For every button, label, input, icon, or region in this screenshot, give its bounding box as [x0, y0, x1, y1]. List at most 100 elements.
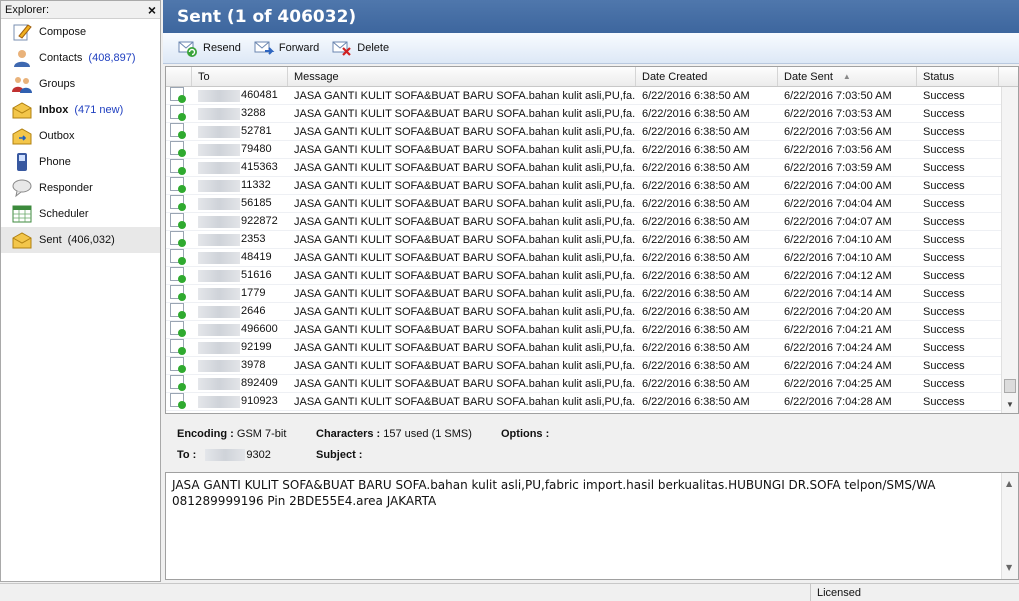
cell-status-text: Success [923, 341, 965, 354]
characters-value: 157 used (1 SMS) [383, 428, 472, 440]
table-row[interactable]: 496600 JASA GANTI KULIT SOFA&BUAT BARU SO… [166, 321, 1002, 339]
cell-status-text: Success [923, 233, 965, 246]
cell-date-sent: 6/22/2016 7:04:14 AM [778, 288, 917, 300]
scroll-down-arrow-icon[interactable]: ▼ [1006, 400, 1014, 409]
cell-message: JASA GANTI KULIT SOFA&BUAT BARU SOFA.bah… [288, 198, 636, 210]
cell-icon [166, 375, 192, 392]
table-row[interactable]: 460481 JASA GANTI KULIT SOFA&BUAT BARU SO… [166, 87, 1002, 105]
cell-status-text: Success [923, 323, 965, 336]
close-icon[interactable]: × [148, 3, 156, 17]
sent-icon [11, 230, 33, 250]
sidebar-item-scheduler[interactable]: Scheduler [1, 201, 160, 227]
table-row[interactable]: 3288 JASA GANTI KULIT SOFA&BUAT BARU SOFA… [166, 105, 1002, 123]
scroll-up-arrow-icon[interactable]: ▲ [1006, 476, 1012, 492]
table-row[interactable]: 1779 JASA GANTI KULIT SOFA&BUAT BARU SOFA… [166, 285, 1002, 303]
cell-date-sent-text: 6/22/2016 7:04:10 AM [784, 251, 892, 264]
cell-date-sent: 6/22/2016 7:04:12 AM [778, 270, 917, 282]
cell-message-text: JASA GANTI KULIT SOFA&BUAT BARU SOFA.bah… [294, 197, 636, 210]
sidebar-item-phone[interactable]: Phone [1, 149, 160, 175]
cell-to-text: 56185 [241, 197, 272, 210]
cell-status-text: Success [923, 215, 965, 228]
compose-icon [11, 22, 33, 42]
cell-date-sent: 6/22/2016 7:03:53 AM [778, 108, 917, 120]
table-row[interactable]: 2353 JASA GANTI KULIT SOFA&BUAT BARU SOFA… [166, 231, 1002, 249]
redacted-number [198, 359, 240, 372]
column-header-date-created[interactable]: Date Created [636, 67, 778, 86]
cell-to-text: 79480 [241, 143, 272, 156]
sidebar-item-sent[interactable]: Sent (406,032) [1, 227, 160, 253]
table-row[interactable]: 922872 JASA GANTI KULIT SOFA&BUAT BARU SO… [166, 213, 1002, 231]
cell-status-text: Success [923, 359, 965, 372]
cell-status: Success [917, 90, 999, 102]
column-header-date-sent[interactable]: Date Sent ▲ [778, 67, 917, 86]
grid-scrollbar[interactable]: ▼ [1001, 87, 1018, 413]
responder-icon [11, 178, 33, 198]
table-row[interactable]: 52781 JASA GANTI KULIT SOFA&BUAT BARU SOF… [166, 123, 1002, 141]
table-row[interactable]: 11332 JASA GANTI KULIT SOFA&BUAT BARU SOF… [166, 177, 1002, 195]
column-header-date-sent-label: Date Sent [784, 70, 833, 83]
sidebar-item-responder[interactable]: Responder [1, 175, 160, 201]
table-row[interactable]: 56185 JASA GANTI KULIT SOFA&BUAT BARU SOF… [166, 195, 1002, 213]
cell-message-text: JASA GANTI KULIT SOFA&BUAT BARU SOFA.bah… [294, 125, 636, 138]
table-row[interactable]: 910923 JASA GANTI KULIT SOFA&BUAT BARU SO… [166, 393, 1002, 411]
forward-button[interactable]: Forward [253, 38, 319, 58]
column-header-to[interactable]: To [192, 67, 288, 86]
cell-date-created: 6/22/2016 6:38:50 AM [636, 108, 778, 120]
cell-date-sent: 6/22/2016 7:03:56 AM [778, 144, 917, 156]
phone-icon [11, 152, 33, 172]
scroll-down-arrow-icon[interactable]: ▼ [1006, 560, 1012, 576]
grid-body: 460481 JASA GANTI KULIT SOFA&BUAT BARU SO… [166, 87, 1002, 413]
redacted-number [198, 287, 240, 300]
sidebar-item-outbox[interactable]: Outbox [1, 123, 160, 149]
sent-message-icon [170, 267, 186, 283]
cell-to-text: 92199 [241, 341, 272, 354]
table-row[interactable]: 415363 JASA GANTI KULIT SOFA&BUAT BARU SO… [166, 159, 1002, 177]
table-row[interactable]: 3978 JASA GANTI KULIT SOFA&BUAT BARU SOFA… [166, 357, 1002, 375]
resend-button[interactable]: Resend [177, 38, 241, 58]
column-header-status[interactable]: Status [917, 67, 999, 86]
column-header-message[interactable]: Message [288, 67, 636, 86]
delete-label: Delete [357, 42, 390, 54]
sidebar-item-compose[interactable]: Compose [1, 19, 160, 45]
table-row[interactable]: 48419 JASA GANTI KULIT SOFA&BUAT BARU SOF… [166, 249, 1002, 267]
cell-to: 48419 [192, 251, 288, 264]
grid-scroll-thumb[interactable] [1004, 379, 1016, 393]
cell-message: JASA GANTI KULIT SOFA&BUAT BARU SOFA.bah… [288, 162, 636, 174]
characters-field: Characters : 157 used (1 SMS) [316, 428, 472, 440]
table-row[interactable]: 892409 JASA GANTI KULIT SOFA&BUAT BARU SO… [166, 375, 1002, 393]
table-row[interactable]: 51616 JASA GANTI KULIT SOFA&BUAT BARU SOF… [166, 267, 1002, 285]
cell-icon [166, 303, 192, 320]
cell-message-text: JASA GANTI KULIT SOFA&BUAT BARU SOFA.bah… [294, 287, 636, 300]
redacted-number [198, 89, 240, 102]
column-header-icon[interactable] [166, 67, 192, 86]
sidebar-item-groups[interactable]: Groups [1, 71, 160, 97]
cell-message: JASA GANTI KULIT SOFA&BUAT BARU SOFA.bah… [288, 108, 636, 120]
table-row[interactable]: 79480 JASA GANTI KULIT SOFA&BUAT BARU SOF… [166, 141, 1002, 159]
cell-status: Success [917, 270, 999, 282]
table-row[interactable]: 2646 JASA GANTI KULIT SOFA&BUAT BARU SOFA… [166, 303, 1002, 321]
cell-message: JASA GANTI KULIT SOFA&BUAT BARU SOFA.bah… [288, 360, 636, 372]
sent-message-icon [170, 87, 186, 103]
delete-icon [331, 38, 353, 58]
cell-date-created: 6/22/2016 6:38:50 AM [636, 162, 778, 174]
cell-to: 2353 [192, 233, 288, 246]
table-row[interactable]: 92199 JASA GANTI KULIT SOFA&BUAT BARU SOF… [166, 339, 1002, 357]
message-body-box[interactable]: JASA GANTI KULIT SOFA&BUAT BARU SOFA.bah… [165, 472, 1019, 580]
cell-date-created: 6/22/2016 6:38:50 AM [636, 324, 778, 336]
cell-to: 92199 [192, 341, 288, 354]
cell-date-created-text: 6/22/2016 6:38:50 AM [642, 89, 750, 102]
cell-date-created-text: 6/22/2016 6:38:50 AM [642, 359, 750, 372]
sent-message-icon [170, 213, 186, 229]
cell-date-sent-text: 6/22/2016 7:04:28 AM [784, 395, 892, 408]
sidebar-item-inbox[interactable]: Inbox (471 new) [1, 97, 160, 123]
redacted-number [198, 305, 240, 318]
cell-date-created-text: 6/22/2016 6:38:50 AM [642, 197, 750, 210]
cell-date-sent: 6/22/2016 7:04:10 AM [778, 252, 917, 264]
cell-to: 3288 [192, 107, 288, 120]
cell-date-created: 6/22/2016 6:38:50 AM [636, 378, 778, 390]
delete-button[interactable]: Delete [331, 38, 389, 58]
cell-message-text: JASA GANTI KULIT SOFA&BUAT BARU SOFA.bah… [294, 377, 636, 390]
message-body-scrollbar[interactable]: ▲ ▼ [1001, 473, 1018, 579]
sidebar-item-contacts[interactable]: Contacts (408,897) [1, 45, 160, 71]
cell-icon [166, 177, 192, 194]
